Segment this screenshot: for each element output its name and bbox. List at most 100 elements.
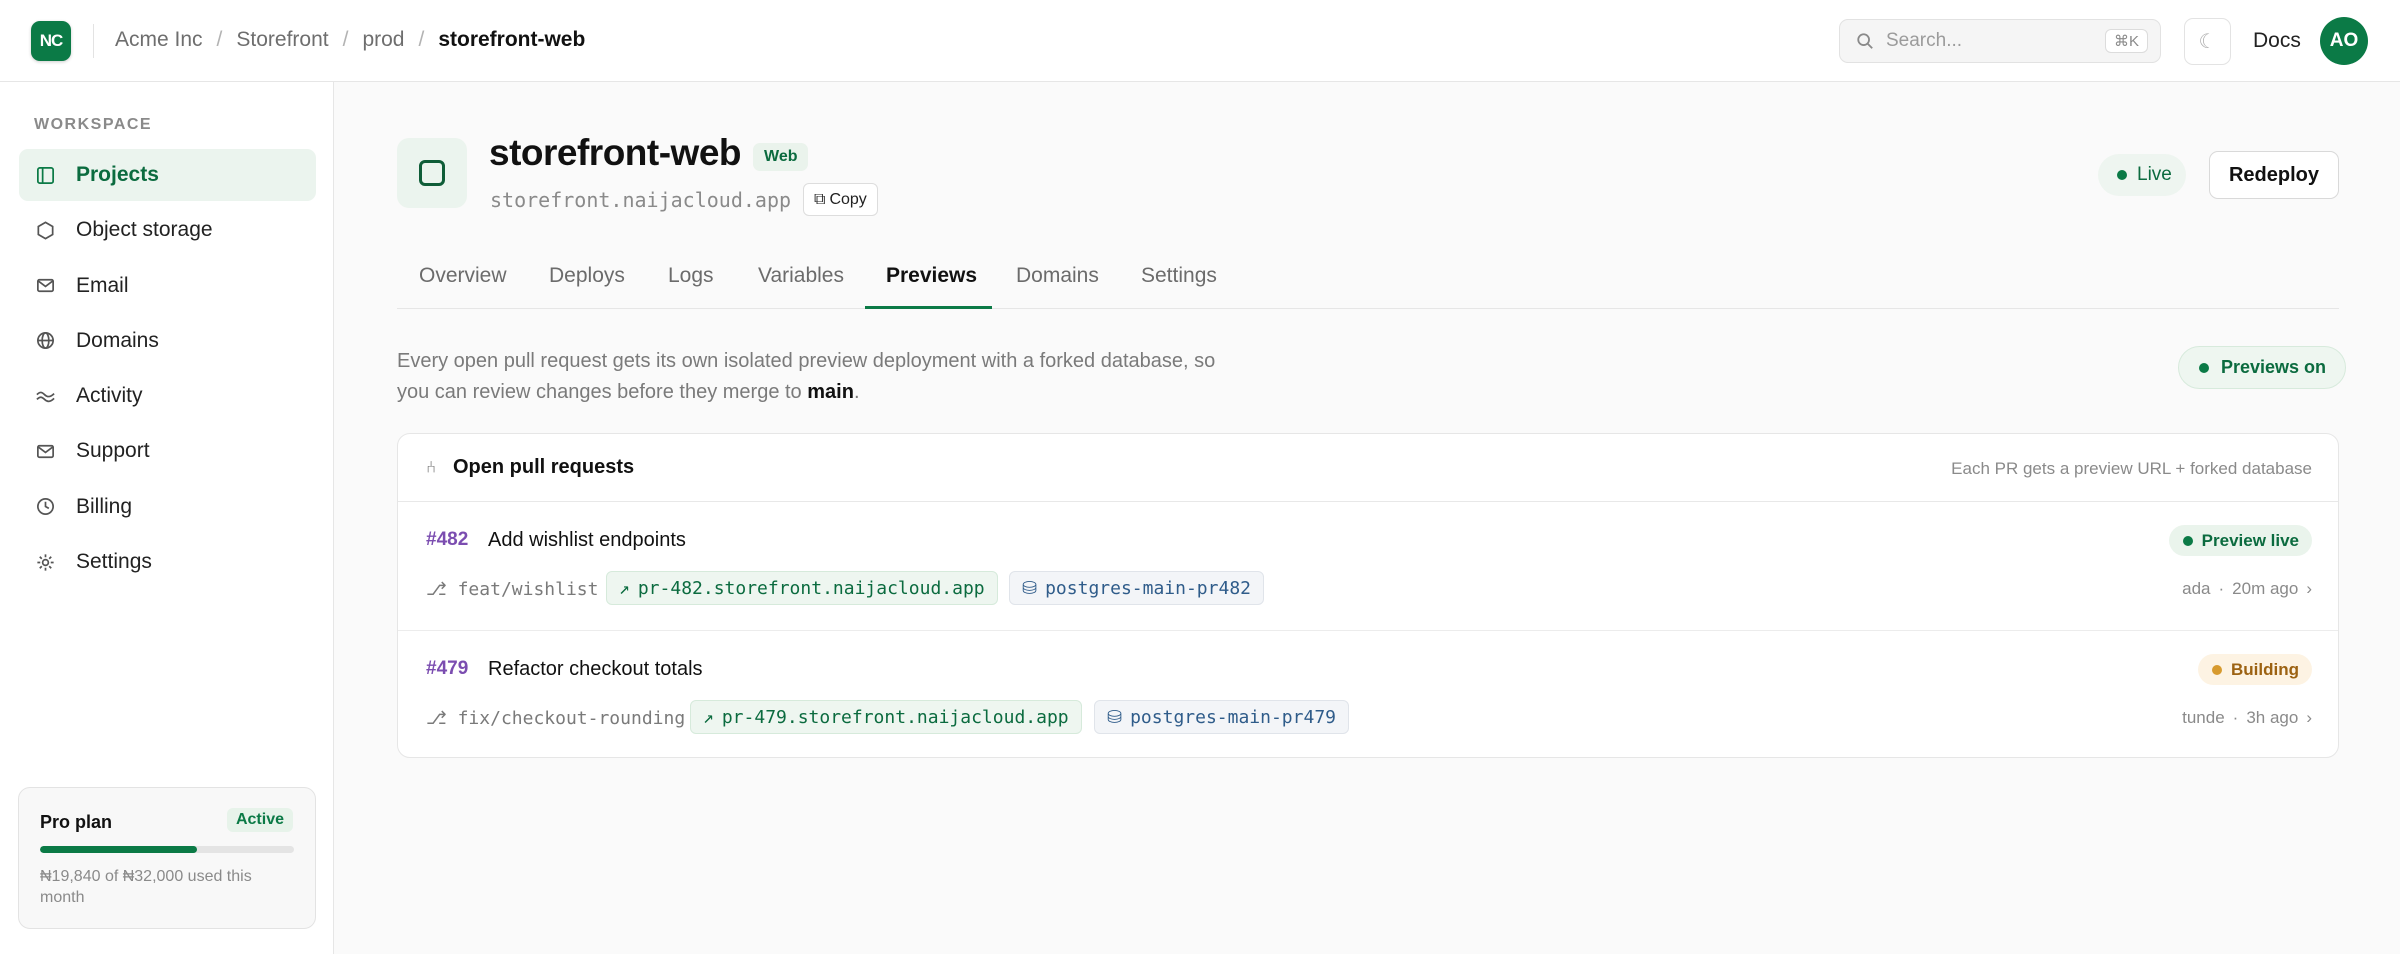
sidebar-item-support[interactable]: Support [19,425,316,477]
support-mail-icon [37,444,54,459]
redeploy-button[interactable]: Redeploy [2209,151,2339,199]
workspace-label: WORKSPACE [34,116,153,133]
table-row[interactable]: #479 Refactor checkout totals ⎇ fix/chec… [398,630,2338,757]
tab-domains[interactable]: Domains [1016,264,1099,288]
breadcrumb-org[interactable]: Acme Inc [115,28,203,52]
copy-icon: ⧉ [814,190,826,208]
project-url[interactable]: storefront.naijacloud.app [490,188,791,212]
plan-name: Pro plan [40,812,113,832]
sidebar-item-billing[interactable]: Billing [19,481,316,533]
globe-icon [37,332,54,350]
breadcrumb-environment[interactable]: prod [362,28,404,52]
project-type-badge: Web [753,143,809,171]
branch-icon: ⎇ [426,708,458,729]
tab-bar: Overview Deploys Logs Variables Previews… [397,250,2339,309]
tab-previews[interactable]: Previews [886,264,977,288]
preview-url-link[interactable]: ↗ pr-479.storefront.naijacloud.app [690,700,1082,734]
pr-status-label: Building [2231,659,2299,679]
breadcrumb-separator: / [216,28,223,51]
pr-author: tunde [2182,708,2225,727]
preview-url-label: pr-479.storefront.naijacloud.app [721,706,1069,728]
table-row[interactable]: #482 Add wishlist endpoints ⎇ feat/wishl… [398,502,2338,630]
breadcrumb-project[interactable]: Storefront [236,28,328,52]
docs-link[interactable]: Docs [2253,29,2301,53]
sidebar-item-label: Email [76,273,129,297]
chevron-right-icon[interactable]: › [2306,579,2312,599]
sidebar-item-label: Projects [76,163,159,186]
pr-title[interactable]: Refactor checkout totals [488,658,703,681]
breadcrumb-separator: / [418,28,425,51]
pr-title[interactable]: Add wishlist endpoints [488,529,686,552]
pull-request-icon: ⑃ [426,458,437,477]
branch-icon: ⎇ [426,579,458,600]
database-label: postgres-main-pr479 [1130,706,1336,728]
status-dot-icon [2212,664,2223,675]
status-dot-icon [2182,535,2193,546]
projects-icon [37,166,54,184]
external-link-icon: ↗ [619,577,630,599]
avatar[interactable]: AO [2320,17,2368,65]
pr-status-badge: Preview live [2168,525,2312,556]
status-badge: Live [2098,154,2186,196]
sidebar-item-settings[interactable]: Settings [19,536,316,588]
sidebar-item-projects[interactable]: Projects [19,149,316,201]
database-icon: ⛁ [1022,577,1038,599]
sidebar-item-domains[interactable]: Domains [19,315,316,367]
tab-deploys[interactable]: Deploys [549,264,625,288]
database-chip[interactable]: ⛁ postgres-main-pr482 [1009,571,1264,605]
database-icon: ⛁ [1107,706,1123,728]
database-chip[interactable]: ⛁ postgres-main-pr479 [1094,700,1349,734]
description-end: . [853,381,860,403]
previews-toggle[interactable]: Previews on [2178,346,2347,389]
sidebar-item-label: Object storage [76,218,213,242]
branch-label: fix/checkout-rounding [457,708,686,729]
plan-usage-bar [40,846,294,853]
meta-separator: · [2218,579,2225,598]
logo[interactable]: NC [31,21,71,61]
card-title: Open pull requests [453,456,635,478]
breadcrumb: Acme Inc / Storefront / prod / storefron… [115,28,585,52]
tab-logs[interactable]: Logs [668,264,714,288]
sidebar-item-email[interactable]: Email [19,260,316,312]
tab-overview[interactable]: Overview [419,264,507,288]
page-title: storefront-web [489,132,742,173]
meta-separator: · [2232,708,2239,727]
pr-number[interactable]: #479 [426,658,468,680]
breadcrumb-service: storefront-web [438,28,586,51]
pr-author: ada [2182,579,2211,598]
sidebar-item-activity[interactable]: Activity [19,370,316,422]
copy-url-button[interactable]: ⧉ Copy [803,183,878,216]
sidebar-item-object-storage[interactable]: Object storage [19,204,316,256]
previews-toggle-label: Previews on [2221,357,2327,377]
pr-time: 20m ago [2232,579,2299,598]
branch-name: main [807,381,854,403]
theme-toggle-button[interactable]: ☾ [2184,18,2231,65]
status-label: Live [2137,164,2172,185]
branch-label: feat/wishlist [457,579,599,600]
pr-number[interactable]: #482 [426,529,468,551]
previews-description: Every open pull request gets its own iso… [397,346,1227,408]
search-input[interactable]: Search... ⌘K [1839,19,2161,63]
sidebar-item-label: Settings [76,550,152,574]
sidebar-item-label: Activity [76,384,143,408]
plan-card[interactable]: Pro plan Active ₦19,840 of ₦32,000 used … [18,787,316,929]
sidebar: WORKSPACE Projects Object storage Email … [0,82,334,954]
pr-branch: ⎇ feat/wishlist [426,579,598,600]
tab-settings[interactable]: Settings [1141,264,1217,288]
top-bar: NC Acme Inc / Storefront / prod / storef… [0,0,2400,82]
pull-requests-card: ⑃ Open pull requests Each PR gets a prev… [397,433,2339,758]
copy-label: Copy [829,190,867,208]
card-header: ⑃ Open pull requests Each PR gets a prev… [398,434,2338,502]
activity-icon [36,391,55,402]
external-link-icon: ↗ [703,706,714,728]
status-dot-icon [2117,170,2127,180]
tab-variables[interactable]: Variables [758,264,844,288]
preview-url-link[interactable]: ↗ pr-482.storefront.naijacloud.app [606,571,998,605]
breadcrumb-separator: / [342,28,349,51]
chevron-right-icon[interactable]: › [2306,708,2312,728]
mail-icon [37,279,54,293]
pr-branch: ⎇ fix/checkout-rounding [426,708,685,729]
search-icon [1857,33,1873,49]
pr-time: 3h ago [2246,708,2299,727]
clock-icon [37,498,54,516]
